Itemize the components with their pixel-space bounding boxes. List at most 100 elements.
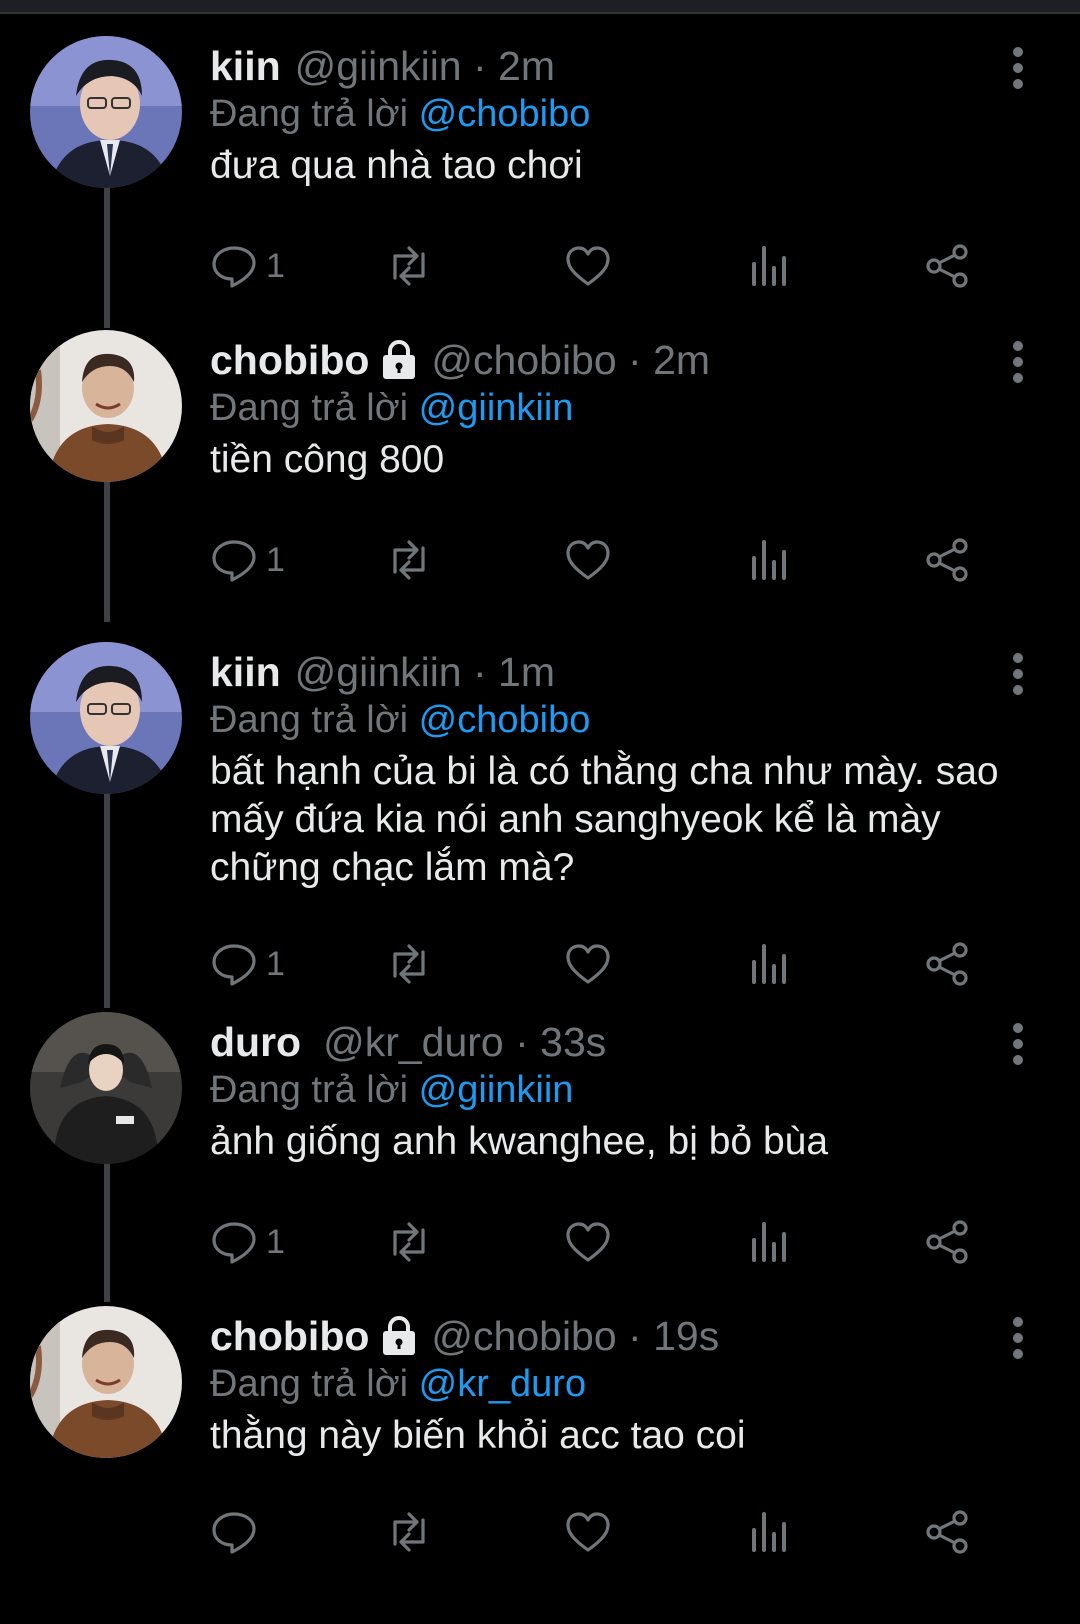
display-name[interactable]: chobibo [210, 330, 369, 390]
share-button[interactable] [924, 934, 972, 994]
tweet-text: ảnh giống anh kwanghee, bị bỏ bùa [210, 1120, 829, 1163]
kiin-avatar-image [30, 642, 182, 794]
more-options-button[interactable] [1001, 40, 1035, 100]
like-button[interactable] [564, 934, 612, 994]
mention-link[interactable]: @kr_duro [419, 1363, 586, 1405]
share-button[interactable] [924, 236, 972, 296]
replying-to-label: Đang trả lời [210, 1363, 409, 1405]
avatar[interactable] [30, 1306, 182, 1458]
share-button[interactable] [924, 530, 972, 590]
handle-and-time: @giinkiin · 2m [294, 43, 555, 89]
thread-connector [104, 1162, 110, 1302]
thread-connector [104, 482, 110, 622]
share-button[interactable] [924, 1212, 972, 1272]
like-button[interactable] [564, 1212, 612, 1272]
more-options-button[interactable] [1001, 1310, 1035, 1370]
retweet-button[interactable] [385, 934, 433, 994]
share-button[interactable] [924, 1502, 972, 1562]
replying-to: Đang trả lời @kr_duro [210, 1358, 586, 1410]
reply-icon [212, 540, 256, 582]
views-button[interactable] [744, 530, 792, 590]
share-icon [926, 1510, 968, 1554]
reply-count: 1 [266, 246, 285, 285]
like-button[interactable] [564, 236, 612, 296]
display-name[interactable]: kiin [210, 642, 281, 702]
like-button[interactable] [564, 530, 612, 590]
replying-to: Đang trả lời @chobibo [210, 694, 590, 746]
heart-icon [566, 944, 610, 984]
thread-connector [104, 778, 110, 1008]
chobibo-avatar-image [30, 1306, 182, 1458]
views-icon [752, 540, 786, 580]
reply-button[interactable]: 1 [210, 530, 285, 590]
reply-icon [212, 246, 256, 288]
views-button[interactable] [744, 236, 792, 296]
more-icon [1013, 1317, 1023, 1359]
handle-and-time: @chobibo · 19s [431, 1313, 720, 1359]
retweet-button[interactable] [385, 236, 433, 296]
mention-link[interactable]: @chobibo [419, 93, 591, 135]
share-icon [926, 1220, 968, 1264]
retweet-button[interactable] [385, 530, 433, 590]
tweet-actions: 1 [210, 934, 1040, 994]
display-name[interactable]: duro [210, 1012, 301, 1072]
reply-button[interactable]: 1 [210, 1212, 285, 1272]
handle-and-time: @giinkiin · 1m [294, 649, 555, 695]
retweet-button[interactable] [385, 1212, 433, 1272]
display-name[interactable]: chobibo [210, 1306, 369, 1366]
mention-link[interactable]: @chobibo [419, 699, 591, 741]
retweet-button[interactable] [385, 1502, 433, 1562]
retweet-icon [393, 1512, 425, 1552]
reply-icon [212, 1222, 256, 1264]
replying-to: Đang trả lời @chobibo [210, 88, 590, 140]
reply-button[interactable]: 1 [210, 934, 285, 994]
heart-icon [566, 540, 610, 580]
avatar[interactable] [30, 642, 182, 794]
tweet-actions [210, 1502, 1040, 1562]
share-icon [926, 244, 968, 288]
replying-to: Đang trả lời @giinkiin [210, 1064, 573, 1116]
reply-count: 1 [266, 944, 285, 983]
share-icon [926, 538, 968, 582]
replying-to-label: Đang trả lời [210, 93, 409, 135]
chobibo-avatar-image [30, 330, 182, 482]
views-icon [752, 1222, 786, 1262]
reply-count: 1 [266, 540, 285, 579]
views-button[interactable] [744, 1212, 792, 1272]
more-icon [1013, 653, 1023, 695]
replying-to: Đang trả lời @giinkiin [210, 382, 573, 434]
thread-connector [104, 188, 110, 328]
avatar[interactable] [30, 1012, 182, 1164]
more-options-button[interactable] [1001, 646, 1035, 706]
handle-and-time: @chobibo · 2m [431, 337, 711, 383]
views-button[interactable] [744, 1502, 792, 1562]
tweet-actions: 1 [210, 236, 1040, 296]
reply-button[interactable] [210, 1502, 266, 1562]
reply-count: 1 [266, 1222, 285, 1261]
share-icon [926, 942, 968, 986]
views-button[interactable] [744, 934, 792, 994]
views-icon [752, 1512, 786, 1552]
more-options-button[interactable] [1001, 334, 1035, 394]
tweet-text: tiền công 800 [210, 438, 445, 481]
tweet-actions: 1 [210, 530, 1040, 590]
reply-icon [212, 944, 256, 986]
tweet-text: thằng này biến khỏi acc tao coi [210, 1414, 746, 1457]
mention-link[interactable]: @giinkiin [419, 1069, 574, 1111]
more-options-button[interactable] [1001, 1016, 1035, 1076]
retweet-icon [393, 246, 425, 286]
display-name[interactable]: kiin [210, 36, 281, 96]
retweet-icon [393, 1222, 425, 1262]
like-button[interactable] [564, 1502, 612, 1562]
lock-icon [383, 340, 416, 379]
top-bar [0, 0, 1080, 14]
avatar[interactable] [30, 330, 182, 482]
reply-icon [212, 1512, 256, 1554]
tweet-actions: 1 [210, 1212, 1040, 1272]
reply-button[interactable]: 1 [210, 236, 285, 296]
avatar[interactable] [30, 36, 182, 188]
mention-link[interactable]: @giinkiin [419, 387, 574, 429]
replying-to-label: Đang trả lời [210, 699, 409, 741]
lock-icon [383, 1316, 416, 1355]
retweet-icon [393, 944, 425, 984]
